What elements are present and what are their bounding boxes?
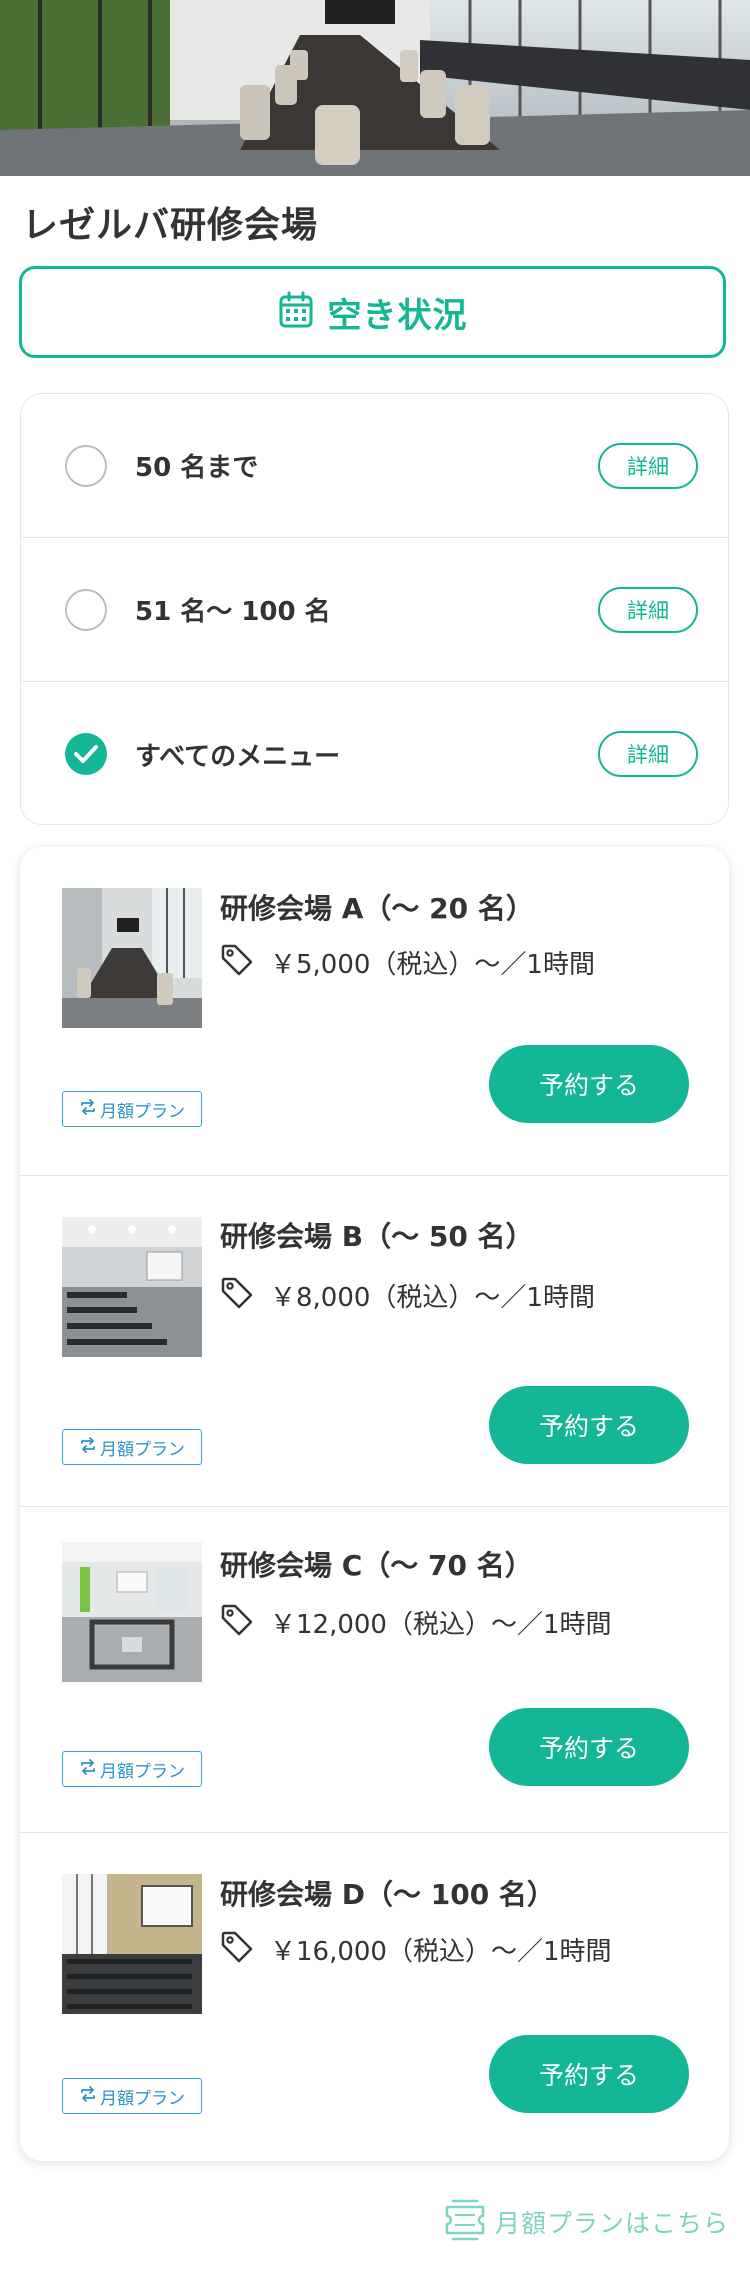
repeat-icon	[79, 1758, 97, 1780]
repeat-icon	[79, 1098, 97, 1120]
availability-button[interactable]: 空き状況	[19, 266, 726, 358]
menu-option-all[interactable]: すべてのメニュー 詳細	[21, 682, 728, 824]
room-card: 研修会場 D（〜 100 名） ￥16,000（税込）〜／1時間 予約する 月額…	[20, 1832, 729, 2161]
reserve-button[interactable]: 予約する	[489, 1386, 689, 1464]
price-tag-icon	[220, 1276, 254, 1314]
room-card: 研修会場 C（〜 70 名） ￥12,000（税込）〜／1時間 予約する 月額プ…	[20, 1506, 729, 1833]
hero-image	[0, 0, 750, 176]
monthly-plan-badge: 月額プラン	[62, 2078, 202, 2114]
detail-button[interactable]: 詳細	[598, 442, 698, 489]
room-name: 研修会場 D（〜 100 名）	[220, 1878, 555, 1911]
room-thumbnail	[62, 1217, 202, 1357]
detail-button[interactable]: 詳細	[598, 731, 698, 777]
calendar-icon	[278, 291, 314, 333]
room-thumbnail	[62, 1874, 202, 2014]
monthly-plan-label: 月額プラン	[100, 1101, 185, 1122]
price-row: ￥8,000（税込）〜／1時間	[220, 1276, 595, 1314]
monthly-plan-badge: 月額プラン	[62, 1091, 202, 1127]
room-name: 研修会場 C（〜 70 名）	[220, 1549, 533, 1582]
price-tag-icon	[220, 943, 254, 981]
room-name: 研修会場 A（〜 20 名）	[220, 892, 534, 925]
price-row: ￥5,000（税込）〜／1時間	[220, 943, 595, 981]
menu-option-label: 50 名まで	[135, 453, 259, 483]
check-icon	[74, 745, 98, 763]
radio-button-checked[interactable]	[65, 733, 107, 775]
menu-option-label: すべてのメニュー	[135, 741, 341, 772]
menu-option-up-to-50[interactable]: 50 名まで 詳細	[21, 394, 728, 538]
room-price: ￥12,000（税込）〜／1時間	[270, 1609, 612, 1640]
room-price: ￥16,000（税込）〜／1時間	[270, 1936, 612, 1967]
availability-label: 空き状況	[327, 295, 468, 336]
page-title: レゼルバ研修会場	[22, 205, 319, 246]
repeat-icon	[79, 2085, 97, 2107]
repeat-icon	[79, 1436, 97, 1458]
monthly-plan-link-text: 月額プランはこちら	[495, 2209, 730, 2238]
menu-option-label: 51 名〜 100 名	[135, 597, 331, 627]
detail-button[interactable]: 詳細	[598, 586, 698, 633]
room-price: ￥5,000（税込）〜／1時間	[270, 949, 595, 980]
menu-selector: 50 名まで 詳細 51 名〜 100 名 詳細 すべてのメニュー 詳細	[20, 393, 729, 825]
room-name: 研修会場 B（〜 50 名）	[220, 1220, 534, 1253]
room-list: 研修会場 A（〜 20 名） ￥5,000（税込）〜／1時間 予約する 月額プラ…	[20, 847, 729, 2161]
menu-option-51-to-100[interactable]: 51 名〜 100 名 詳細	[21, 538, 728, 682]
reserve-button[interactable]: 予約する	[489, 1045, 689, 1123]
room-card: 研修会場 B（〜 50 名） ￥8,000（税込）〜／1時間 予約する 月額プラ…	[20, 1175, 729, 1507]
price-row: ￥16,000（税込）〜／1時間	[220, 1930, 612, 1968]
monthly-plan-label: 月額プラン	[100, 2088, 185, 2109]
monthly-plan-link[interactable]: 月額プランはこちら	[441, 2197, 729, 2247]
price-tag-icon	[220, 1930, 254, 1968]
monthly-plan-label: 月額プラン	[100, 1439, 185, 1460]
room-thumbnail	[62, 888, 202, 1028]
ticket-icon	[441, 2197, 489, 2247]
radio-button[interactable]	[65, 444, 107, 487]
reserve-button[interactable]: 予約する	[489, 1708, 689, 1786]
radio-button[interactable]	[65, 588, 107, 631]
monthly-plan-badge: 月額プラン	[62, 1429, 202, 1465]
room-thumbnail	[62, 1542, 202, 1682]
price-row: ￥12,000（税込）〜／1時間	[220, 1603, 612, 1641]
monthly-plan-label: 月額プラン	[100, 1761, 185, 1782]
monthly-plan-badge: 月額プラン	[62, 1751, 202, 1787]
price-tag-icon	[220, 1603, 254, 1641]
reserve-button[interactable]: 予約する	[489, 2035, 689, 2113]
room-card: 研修会場 A（〜 20 名） ￥5,000（税込）〜／1時間 予約する 月額プラ…	[20, 847, 729, 1176]
room-price: ￥8,000（税込）〜／1時間	[270, 1282, 595, 1313]
